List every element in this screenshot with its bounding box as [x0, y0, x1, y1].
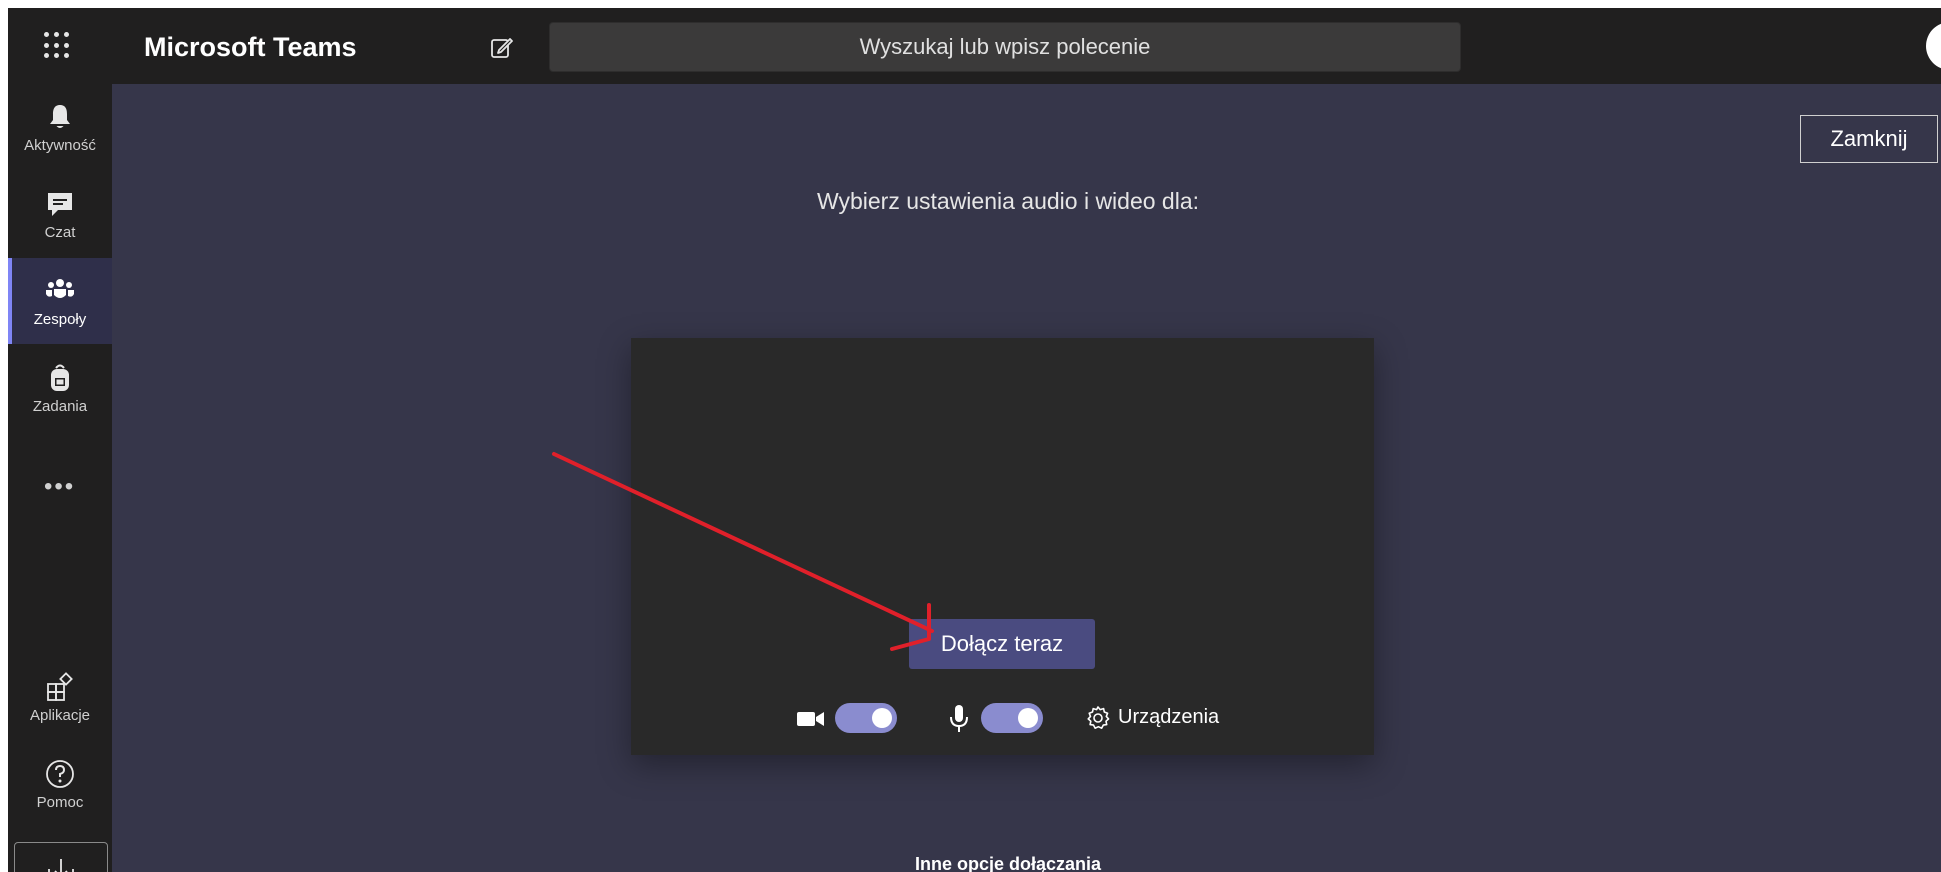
- chat-icon: [48, 192, 72, 216]
- app-title: Microsoft Teams: [144, 32, 357, 62]
- other-join-options[interactable]: Inne opcje dołączania: [628, 854, 1388, 872]
- search-placeholder: Wyszukaj lub wpisz polecenie: [859, 34, 1151, 59]
- avatar[interactable]: [1926, 22, 1941, 70]
- rail-item-label: Pomoc: [36, 793, 84, 811]
- page-title: Wybierz ustawienia audio i wideo dla:: [816, 188, 1200, 214]
- rail-item-assignments[interactable]: Zadania: [8, 345, 112, 431]
- rail-item-label: Aktywność: [24, 136, 96, 154]
- devices-label: Urządzenia: [1118, 706, 1220, 728]
- rail-item-teams[interactable]: Zespoły: [8, 258, 112, 344]
- camera-icon: [797, 712, 824, 726]
- top-bar: Microsoft Teams Wyszukaj lub wpisz polec…: [8, 8, 1941, 84]
- compose-icon[interactable]: [490, 36, 514, 60]
- bell-icon: [50, 104, 70, 128]
- rail-item-apps[interactable]: Aplikacje: [8, 654, 112, 740]
- teams-icon: [46, 278, 74, 298]
- camera-toggle[interactable]: [835, 703, 897, 733]
- teams-window: Microsoft Teams Wyszukaj lub wpisz polec…: [8, 8, 1941, 872]
- search-input[interactable]: Wyszukaj lub wpisz polecenie: [549, 22, 1461, 72]
- microphone-toggle[interactable]: [981, 703, 1043, 733]
- video-preview: Dołącz teraz Urządzenia: [631, 338, 1374, 755]
- toggle-knob: [872, 708, 892, 728]
- toggle-knob: [1018, 708, 1038, 728]
- app-launcher-icon[interactable]: [44, 32, 72, 60]
- rail-item-label: Czat: [44, 223, 76, 241]
- app-rail: Aktywność Czat Zespoły Zadania ••• Aplik…: [8, 84, 112, 872]
- gear-icon: [1087, 706, 1110, 729]
- rail-item-label: Zadania: [32, 397, 88, 415]
- microphone-icon: [950, 705, 968, 732]
- rail-item-chat[interactable]: Czat: [8, 171, 112, 257]
- join-now-button[interactable]: Dołącz teraz: [909, 619, 1095, 669]
- rail-item-label: Aplikacje: [29, 706, 91, 724]
- rail-item-label: Zespoły: [33, 310, 87, 328]
- close-button[interactable]: Zamknij: [1800, 115, 1938, 163]
- help-icon: [46, 759, 74, 788]
- download-icon: [48, 859, 74, 872]
- download-button[interactable]: [14, 842, 108, 872]
- av-controls: Urządzenia: [631, 698, 1374, 738]
- backpack-icon: [51, 364, 69, 391]
- apps-icon: [47, 671, 73, 701]
- rail-item-help[interactable]: Pomoc: [8, 741, 112, 827]
- more-apps-icon[interactable]: •••: [44, 473, 75, 501]
- rail-item-activity[interactable]: Aktywność: [8, 84, 112, 170]
